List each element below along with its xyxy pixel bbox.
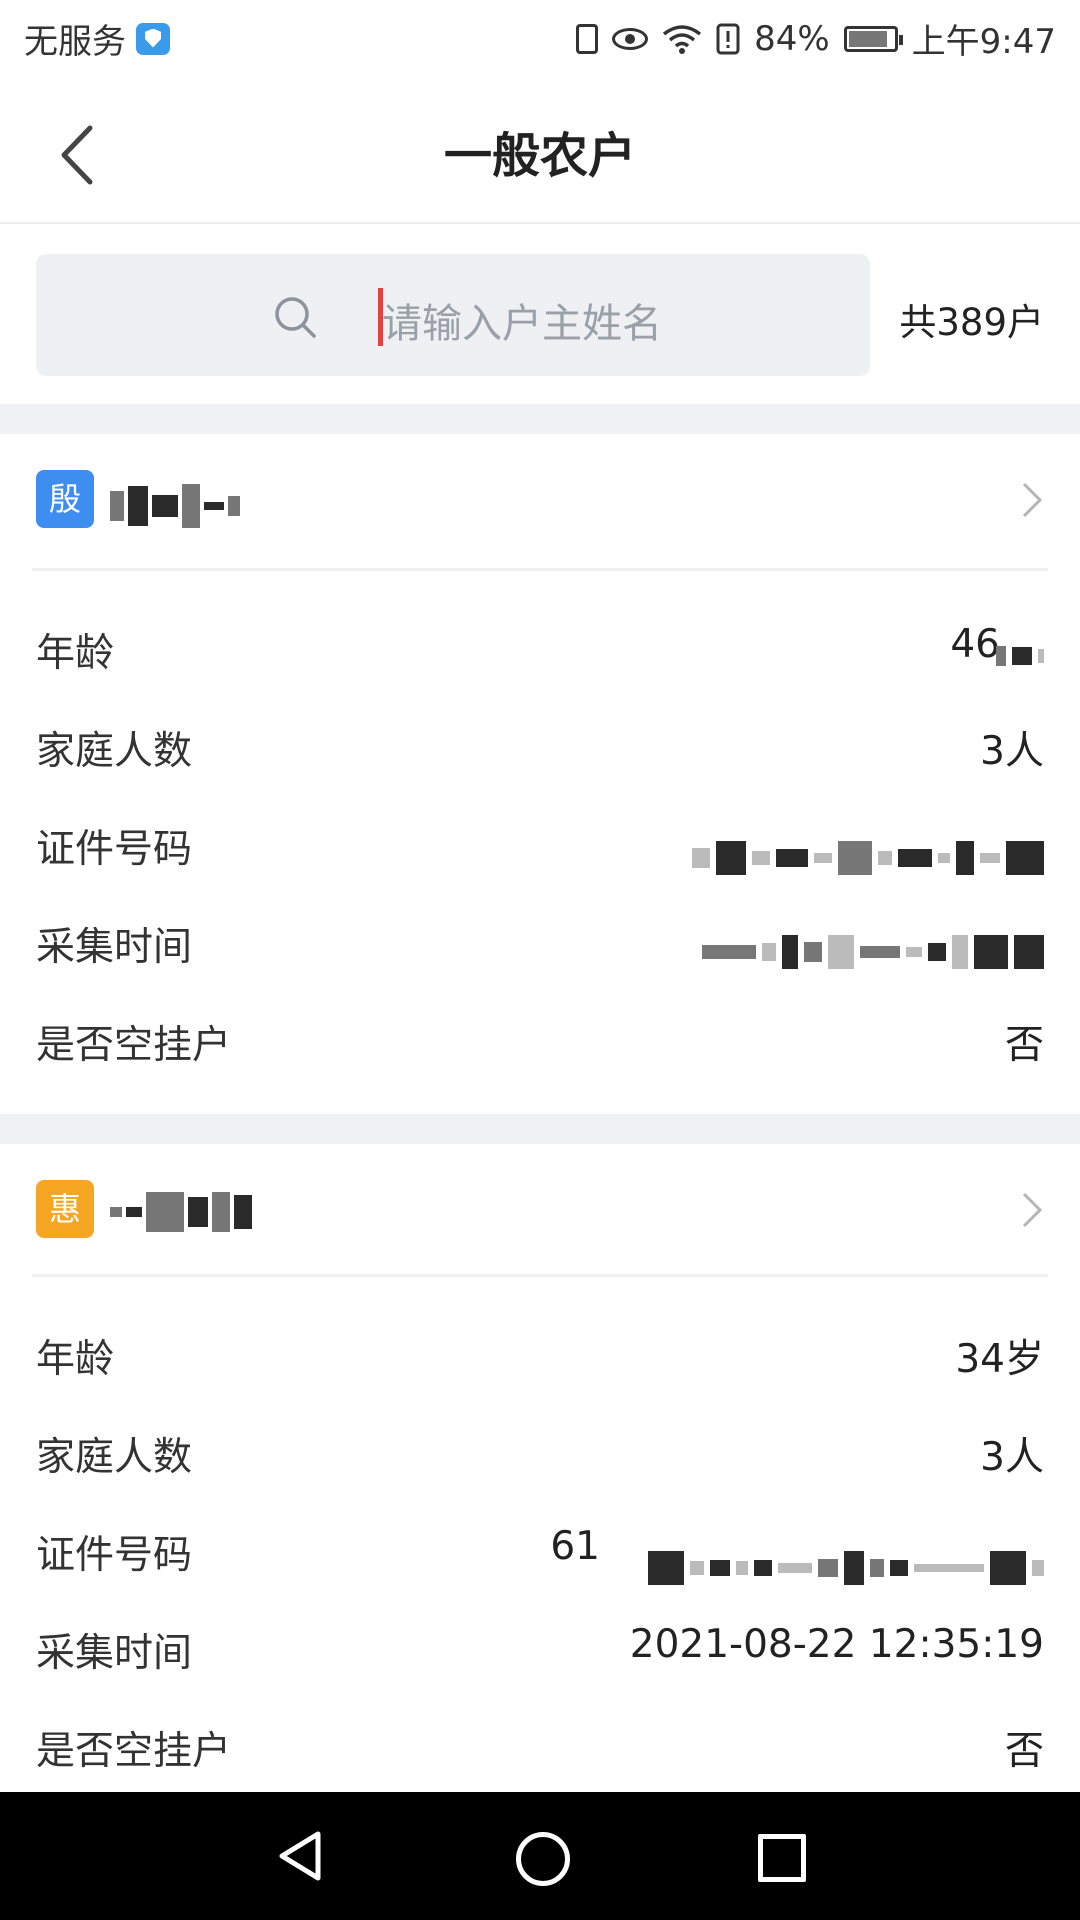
info-row-family-size: 家庭人数 3人 xyxy=(0,700,1080,798)
info-row-vacant: 是否空挂户 否 xyxy=(0,994,1080,1092)
wifi-icon xyxy=(662,24,702,54)
row-label: 年龄 xyxy=(36,1337,115,1382)
row-value: 3人 xyxy=(980,729,1044,774)
info-row-age: 年龄 46 xyxy=(0,602,1080,700)
row-label: 采集时间 xyxy=(36,1631,193,1676)
row-label: 年龄 xyxy=(36,631,115,676)
system-nav-bar xyxy=(0,1792,1080,1920)
info-row-collect-time: 采集时间 xyxy=(0,896,1080,994)
info-row-collect-time: 采集时间 2021-08-22 12:35:19 xyxy=(0,1602,1080,1700)
search-placeholder: 请输入户主姓名 xyxy=(382,301,662,347)
carrier-text: 无服务 xyxy=(24,22,126,62)
info-row-age: 年龄 34岁 xyxy=(0,1308,1080,1406)
row-label: 证件号码 xyxy=(36,1533,193,1578)
household-type-badge: 惠 xyxy=(36,1180,94,1238)
sim-alert-icon xyxy=(716,23,740,54)
household-card-header[interactable]: 殷 xyxy=(0,434,1080,571)
clock-text: 上午9:47 xyxy=(911,22,1056,62)
status-right: 84% 上午9:47 xyxy=(576,14,1056,63)
row-label: 家庭人数 xyxy=(36,1435,193,1480)
masked-householder-name xyxy=(110,484,240,528)
row-value: 2021-08-22 12:35:19 xyxy=(629,1622,1044,1667)
masked-value xyxy=(692,838,1044,878)
chevron-right-icon xyxy=(1022,482,1043,518)
battery-icon xyxy=(843,25,903,52)
row-label: 采集时间 xyxy=(36,925,193,970)
household-card: 惠 年龄 34岁 家庭人数 3人 证件号码 61 采集时间 2021-08-22… xyxy=(0,1144,1080,1792)
info-row-id-number: 证件号码 61 xyxy=(0,1504,1080,1602)
household-count: 共389户 xyxy=(899,301,1044,344)
row-label: 证件号码 xyxy=(36,827,193,872)
row-label: 是否空挂户 xyxy=(36,1729,232,1774)
row-value: 否 xyxy=(1004,1023,1044,1068)
row-value: 34岁 xyxy=(955,1337,1044,1382)
section-divider xyxy=(0,404,1080,434)
nav-bar: 一般农户 xyxy=(0,76,1080,224)
info-row-id-number: 证件号码 xyxy=(0,798,1080,896)
chevron-right-icon xyxy=(1022,1192,1043,1228)
section-divider xyxy=(0,1114,1080,1144)
row-value: 3人 xyxy=(980,1435,1044,1480)
masked-value xyxy=(648,1548,1044,1588)
eye-comfort-icon xyxy=(612,27,649,50)
battery-percent: 84% xyxy=(754,18,830,59)
system-recents-icon[interactable] xyxy=(758,1834,806,1882)
household-type-badge: 殷 xyxy=(36,470,94,528)
household-card: 殷 年龄 46 家庭人数 3人 证件号码 采集时间 是否空挂户 否 xyxy=(0,434,1080,1114)
status-bar: 无服务 84% 上午9:47 xyxy=(0,0,1080,76)
row-value: 否 xyxy=(1004,1729,1044,1774)
search-input[interactable]: 请输入户主姓名 xyxy=(36,254,870,376)
search-icon xyxy=(275,297,316,338)
row-value: 61 xyxy=(550,1524,600,1569)
status-left: 无服务 xyxy=(24,14,170,63)
shield-icon xyxy=(136,22,170,55)
masked-value xyxy=(702,932,1044,972)
row-label: 家庭人数 xyxy=(36,729,193,774)
row-label: 是否空挂户 xyxy=(36,1023,232,1068)
system-back-icon[interactable] xyxy=(276,1830,324,1882)
info-row-family-size: 家庭人数 3人 xyxy=(0,1406,1080,1504)
masked-householder-name xyxy=(110,1192,252,1232)
masked-value xyxy=(996,636,1044,676)
page-title: 一般农户 xyxy=(443,128,636,184)
household-card-header[interactable]: 惠 xyxy=(0,1144,1080,1277)
info-row-vacant: 是否空挂户 否 xyxy=(0,1700,1080,1798)
vibrate-icon xyxy=(576,23,599,54)
header-separator xyxy=(32,1274,1048,1277)
search-area: 请输入户主姓名 共389户 xyxy=(0,224,1080,404)
row-value: 46 xyxy=(950,622,1000,667)
system-home-icon[interactable] xyxy=(516,1832,570,1886)
header-separator xyxy=(32,568,1048,571)
